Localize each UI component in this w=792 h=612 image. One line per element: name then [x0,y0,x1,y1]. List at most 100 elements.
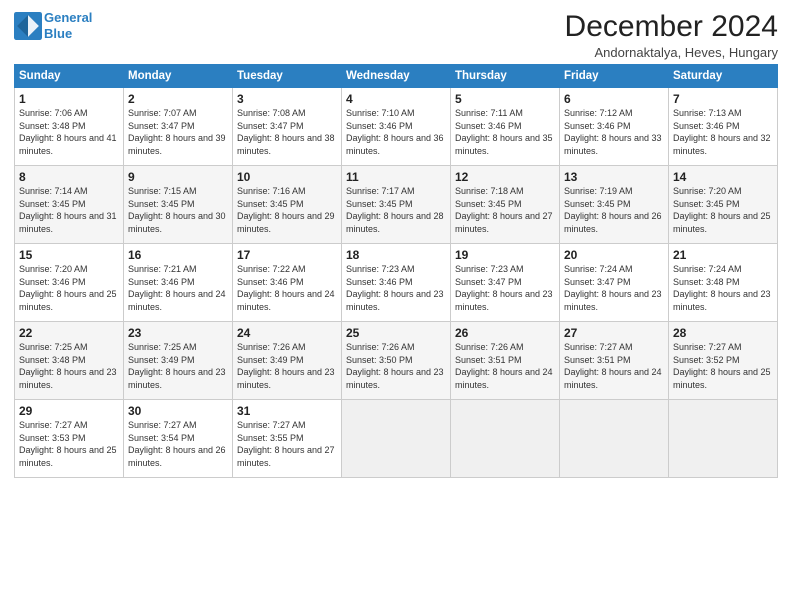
day-number: 1 [19,92,119,106]
logo-icon [14,12,42,40]
col-monday: Monday [124,65,233,88]
cell-text: Sunrise: 7:26 AMSunset: 3:50 PMDaylight:… [346,342,444,390]
col-sunday: Sunday [15,65,124,88]
table-row: 23 Sunrise: 7:25 AMSunset: 3:49 PMDayligh… [124,322,233,400]
day-number: 18 [346,248,446,262]
cell-text: Sunrise: 7:14 AMSunset: 3:45 PMDaylight:… [19,186,117,234]
cell-text: Sunrise: 7:23 AMSunset: 3:47 PMDaylight:… [455,264,553,312]
day-number: 28 [673,326,773,340]
col-saturday: Saturday [669,65,778,88]
cell-text: Sunrise: 7:27 AMSunset: 3:54 PMDaylight:… [128,420,226,468]
table-row: 14 Sunrise: 7:20 AMSunset: 3:45 PMDayligh… [669,166,778,244]
table-row: 27Sunrise: 7:27 AMSunset: 3:51 PMDayligh… [560,322,669,400]
day-number: 26 [455,326,555,340]
table-row: 28Sunrise: 7:27 AMSunset: 3:52 PMDayligh… [669,322,778,400]
calendar-week-3: 22Sunrise: 7:25 AMSunset: 3:48 PMDayligh… [15,322,778,400]
calendar-week-1: 8 Sunrise: 7:14 AMSunset: 3:45 PMDaylight… [15,166,778,244]
calendar-week-2: 15 Sunrise: 7:20 AMSunset: 3:46 PMDayligh… [15,244,778,322]
table-row: 16 Sunrise: 7:21 AMSunset: 3:46 PMDayligh… [124,244,233,322]
cell-text: Sunrise: 7:19 AMSunset: 3:45 PMDaylight:… [564,186,662,234]
table-row: 6Sunrise: 7:12 AMSunset: 3:46 PMDaylight… [560,88,669,166]
logo-line2: Blue [44,26,72,41]
day-number: 15 [19,248,119,262]
day-number: 12 [455,170,555,184]
day-number: 16 [128,248,228,262]
cell-text: Sunrise: 7:13 AMSunset: 3:46 PMDaylight:… [673,108,771,156]
cell-text: Sunrise: 7:20 AMSunset: 3:45 PMDaylight:… [673,186,771,234]
cell-text: Sunrise: 7:11 AMSunset: 3:46 PMDaylight:… [455,108,553,156]
table-row: 24Sunrise: 7:26 AMSunset: 3:49 PMDayligh… [233,322,342,400]
cell-text: Sunrise: 7:06 AMSunset: 3:48 PMDaylight:… [19,108,117,156]
cell-text: Sunrise: 7:07 AMSunset: 3:47 PMDaylight:… [128,108,226,156]
table-row: 8 Sunrise: 7:14 AMSunset: 3:45 PMDaylight… [15,166,124,244]
day-number: 17 [237,248,337,262]
table-row: 9Sunrise: 7:15 AMSunset: 3:45 PMDaylight… [124,166,233,244]
table-row: 20Sunrise: 7:24 AMSunset: 3:47 PMDayligh… [560,244,669,322]
table-row: 11 Sunrise: 7:17 AMSunset: 3:45 PMDayligh… [342,166,451,244]
day-number: 8 [19,170,119,184]
calendar-week-4: 29 Sunrise: 7:27 AMSunset: 3:53 PMDayligh… [15,400,778,478]
calendar-body: 1 Sunrise: 7:06 AMSunset: 3:48 PMDaylight… [15,88,778,478]
cell-text: Sunrise: 7:26 AMSunset: 3:51 PMDaylight:… [455,342,553,390]
cell-text: Sunrise: 7:10 AMSunset: 3:46 PMDaylight:… [346,108,444,156]
day-number: 13 [564,170,664,184]
day-number: 30 [128,404,228,418]
table-row: 13 Sunrise: 7:19 AMSunset: 3:45 PMDayligh… [560,166,669,244]
cell-text: Sunrise: 7:16 AMSunset: 3:45 PMDaylight:… [237,186,335,234]
location-title: Andornaktalya, Heves, Hungary [565,45,778,60]
table-row: 21 Sunrise: 7:24 AMSunset: 3:48 PMDayligh… [669,244,778,322]
cell-text: Sunrise: 7:24 AMSunset: 3:48 PMDaylight:… [673,264,771,312]
table-row [342,400,451,478]
cell-text: Sunrise: 7:21 AMSunset: 3:46 PMDaylight:… [128,264,226,312]
table-row: 12 Sunrise: 7:18 AMSunset: 3:45 PMDayligh… [451,166,560,244]
cell-text: Sunrise: 7:26 AMSunset: 3:49 PMDaylight:… [237,342,335,390]
header-row-days: Sunday Monday Tuesday Wednesday Thursday… [15,65,778,88]
table-row: 17 Sunrise: 7:22 AMSunset: 3:46 PMDayligh… [233,244,342,322]
table-row: 25 Sunrise: 7:26 AMSunset: 3:50 PMDayligh… [342,322,451,400]
logo: General Blue [14,10,92,41]
col-tuesday: Tuesday [233,65,342,88]
cell-text: Sunrise: 7:27 AMSunset: 3:55 PMDaylight:… [237,420,335,468]
cell-text: Sunrise: 7:17 AMSunset: 3:45 PMDaylight:… [346,186,444,234]
day-number: 27 [564,326,664,340]
table-row: 30 Sunrise: 7:27 AMSunset: 3:54 PMDayligh… [124,400,233,478]
table-row: 7 Sunrise: 7:13 AMSunset: 3:46 PMDaylight… [669,88,778,166]
day-number: 4 [346,92,446,106]
cell-text: Sunrise: 7:08 AMSunset: 3:47 PMDaylight:… [237,108,335,156]
table-row: 19 Sunrise: 7:23 AMSunset: 3:47 PMDayligh… [451,244,560,322]
table-row: 3 Sunrise: 7:08 AMSunset: 3:47 PMDaylight… [233,88,342,166]
cell-text: Sunrise: 7:20 AMSunset: 3:46 PMDaylight:… [19,264,117,312]
col-friday: Friday [560,65,669,88]
table-row: 26 Sunrise: 7:26 AMSunset: 3:51 PMDayligh… [451,322,560,400]
col-wednesday: Wednesday [342,65,451,88]
table-row [669,400,778,478]
day-number: 7 [673,92,773,106]
logo-text: General Blue [44,10,92,41]
day-number: 14 [673,170,773,184]
table-row: 18Sunrise: 7:23 AMSunset: 3:46 PMDayligh… [342,244,451,322]
table-row: 1 Sunrise: 7:06 AMSunset: 3:48 PMDaylight… [15,88,124,166]
day-number: 25 [346,326,446,340]
cell-text: Sunrise: 7:25 AMSunset: 3:48 PMDaylight:… [19,342,117,390]
day-number: 21 [673,248,773,262]
calendar-table: Sunday Monday Tuesday Wednesday Thursday… [14,64,778,478]
day-number: 23 [128,326,228,340]
table-row [451,400,560,478]
cell-text: Sunrise: 7:22 AMSunset: 3:46 PMDaylight:… [237,264,335,312]
day-number: 11 [346,170,446,184]
cell-text: Sunrise: 7:18 AMSunset: 3:45 PMDaylight:… [455,186,553,234]
cell-text: Sunrise: 7:27 AMSunset: 3:53 PMDaylight:… [19,420,117,468]
day-number: 19 [455,248,555,262]
logo-line1: General [44,10,92,25]
day-number: 31 [237,404,337,418]
day-number: 3 [237,92,337,106]
month-title: December 2024 [565,10,778,44]
day-number: 29 [19,404,119,418]
table-row [560,400,669,478]
table-row: 10Sunrise: 7:16 AMSunset: 3:45 PMDayligh… [233,166,342,244]
header-row: General Blue December 2024 Andornaktalya… [14,10,778,60]
cell-text: Sunrise: 7:25 AMSunset: 3:49 PMDaylight:… [128,342,226,390]
cell-text: Sunrise: 7:12 AMSunset: 3:46 PMDaylight:… [564,108,662,156]
table-row: 29 Sunrise: 7:27 AMSunset: 3:53 PMDayligh… [15,400,124,478]
calendar-week-0: 1 Sunrise: 7:06 AMSunset: 3:48 PMDaylight… [15,88,778,166]
